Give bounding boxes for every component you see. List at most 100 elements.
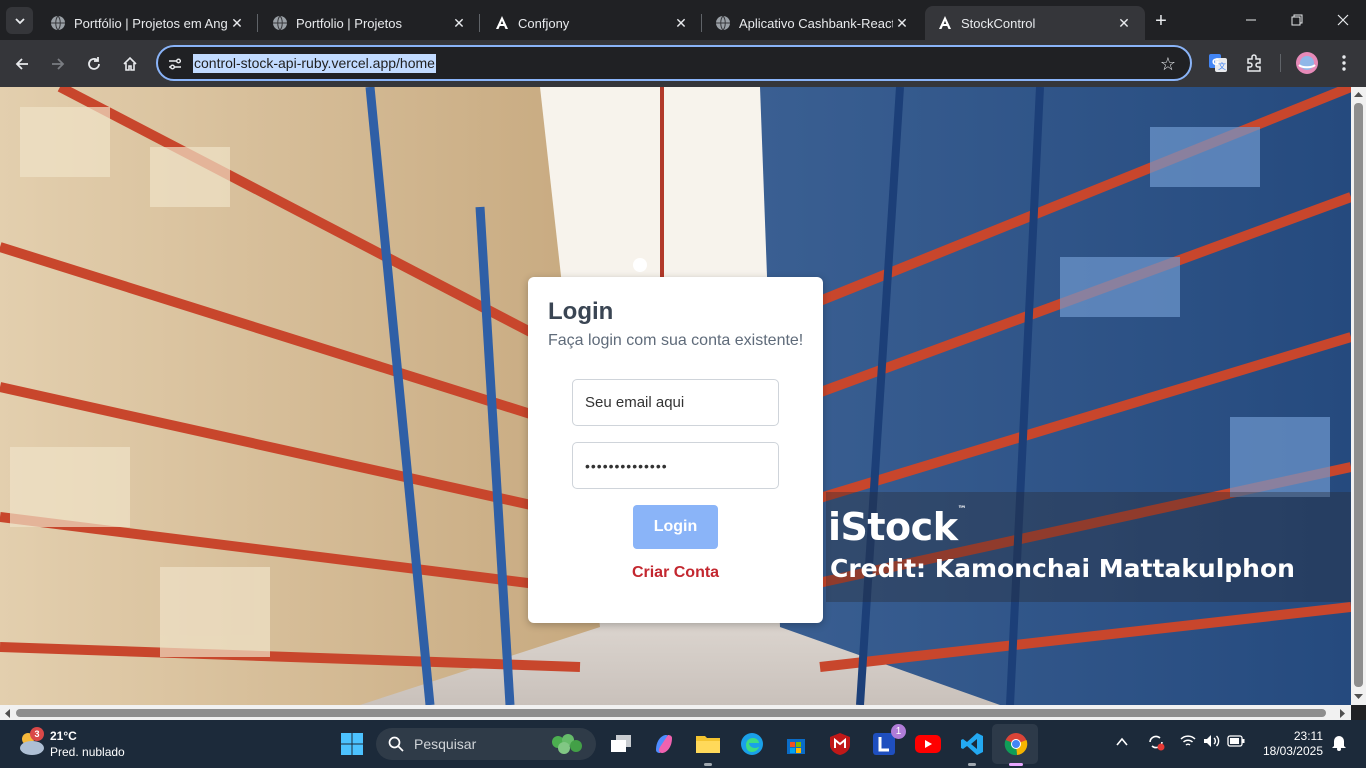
show-hidden-icons-chevron[interactable] — [1116, 734, 1128, 750]
new-tab-button[interactable]: + — [1148, 8, 1174, 34]
scroll-right-arrow-icon[interactable] — [1339, 709, 1346, 718]
speaker-icon — [1204, 735, 1220, 747]
clover-decoration-icon — [552, 734, 582, 754]
email-placeholder: Seu email aqui — [585, 394, 685, 411]
task-view-button[interactable] — [607, 730, 635, 758]
istock-logo-text: iStock — [828, 505, 958, 549]
tab-title: StockControl — [961, 15, 1036, 31]
close-icon[interactable]: ✕ — [893, 14, 911, 32]
email-input[interactable]: Seu email aqui — [572, 379, 779, 426]
weather-widget-icon[interactable]: 3 — [16, 727, 46, 757]
vertical-scrollbar[interactable] — [1351, 87, 1366, 705]
google-translate-icon[interactable]: G文 — [1207, 52, 1229, 74]
weather-condition: Pred. nublado — [50, 745, 125, 759]
globe-icon — [715, 15, 731, 31]
microsoft-store-app[interactable] — [782, 730, 810, 758]
create-account-link[interactable]: Criar Conta — [528, 564, 823, 582]
address-bar[interactable]: control-stock-api-ruby.vercel.app/home ☆ — [156, 45, 1192, 81]
url-text[interactable]: control-stock-api-ruby.vercel.app/home — [193, 54, 436, 73]
running-indicator — [704, 763, 712, 766]
tab-separator — [257, 14, 258, 32]
password-input[interactable]: •••••••••••••• — [572, 442, 779, 489]
menu-kebab-icon[interactable] — [1333, 52, 1355, 74]
bookmark-star-icon[interactable]: ☆ — [1158, 54, 1178, 74]
sync-icon — [1149, 735, 1165, 751]
windows-logo-icon — [341, 733, 363, 755]
login-subtitle: Faça login com sua conta existente! — [548, 332, 804, 349]
tab-separator — [701, 14, 702, 32]
horizontal-scrollbar[interactable] — [0, 705, 1351, 720]
reload-button[interactable] — [80, 50, 108, 78]
image-credit-text: Credit: Kamonchai Mattakulphon — [830, 554, 1295, 583]
tab-confjony[interactable]: Confjony ✕ — [482, 6, 702, 40]
scroll-left-arrow-icon[interactable] — [4, 709, 11, 718]
mcafee-app[interactable] — [826, 730, 854, 758]
system-clock[interactable]: 23:11 18/03/2025 — [1258, 729, 1323, 759]
chrome-app[interactable] — [1002, 730, 1030, 766]
tab-portfolio-projetos[interactable]: Portfolio | Projetos ✕ — [260, 6, 480, 40]
horizontal-scroll-thumb[interactable] — [16, 709, 1326, 717]
login-button[interactable]: Login — [633, 505, 718, 549]
wifi-tray-icon[interactable] — [1180, 734, 1196, 751]
taskbar-search[interactable]: Pesquisar — [376, 728, 596, 760]
notifications-bell[interactable] — [1331, 733, 1347, 754]
chevron-up-icon — [1116, 737, 1128, 746]
browser-toolbar: control-stock-api-ruby.vercel.app/home ☆… — [0, 40, 1366, 87]
vertical-scroll-thumb[interactable] — [1354, 103, 1363, 687]
profile-avatar[interactable] — [1295, 51, 1319, 75]
page-viewport: iStock™ Credit: Kamonchai Mattakulphon L… — [0, 87, 1351, 705]
learning-app[interactable]: 1 — [870, 724, 906, 758]
battery-tray-icon[interactable] — [1227, 734, 1245, 750]
extensions-puzzle-icon[interactable] — [1243, 52, 1265, 74]
volume-tray-icon[interactable] — [1203, 734, 1221, 751]
tab-title: Portfólio | Projetos em Angular — [74, 15, 228, 31]
file-explorer-app[interactable] — [694, 730, 722, 766]
close-icon[interactable]: ✕ — [672, 14, 690, 32]
clock-date: 18/03/2025 — [1262, 744, 1323, 758]
weather-temperature: 21°C — [50, 729, 77, 743]
globe-icon — [50, 15, 66, 31]
windows-taskbar: 3 21°C Pred. nublado Pesquisar 1 23:11 1… — [0, 720, 1366, 768]
active-indicator — [1009, 763, 1023, 766]
restore-icon — [1291, 14, 1303, 26]
restore-button[interactable] — [1274, 0, 1320, 40]
tab-strip: Portfólio | Projetos em Angular ✕ Portfo… — [0, 0, 1366, 40]
site-settings-icon[interactable] — [166, 55, 184, 73]
close-icon[interactable]: ✕ — [228, 14, 246, 32]
edge-app[interactable] — [738, 730, 766, 758]
minimize-icon — [1246, 19, 1256, 21]
tab-portfolio-angular[interactable]: Portfólio | Projetos em Angular ✕ — [38, 6, 258, 40]
tab-search-button[interactable] — [6, 7, 33, 34]
mcafee-shield-icon — [830, 733, 850, 755]
sync-tray-icon[interactable] — [1146, 732, 1166, 755]
arrow-left-icon — [15, 58, 28, 70]
tab-title: Portfolio | Projetos — [296, 15, 402, 31]
back-button[interactable] — [8, 50, 36, 78]
password-masked-value: •••••••••••••• — [585, 457, 668, 474]
close-window-button[interactable] — [1320, 0, 1366, 40]
minimize-button[interactable] — [1228, 0, 1274, 40]
start-button[interactable] — [338, 730, 366, 758]
forward-button[interactable] — [44, 50, 72, 78]
close-icon[interactable]: ✕ — [450, 14, 468, 32]
close-icon[interactable]: ✕ — [1115, 14, 1133, 32]
close-icon — [1337, 14, 1349, 26]
angular-icon — [937, 15, 953, 31]
toolbar-divider — [1280, 54, 1281, 72]
scroll-up-arrow-icon[interactable] — [1354, 91, 1363, 98]
tab-cashbank[interactable]: Aplicativo Cashbank-React ✕ — [703, 6, 923, 40]
trademark-symbol: ™ — [957, 505, 966, 515]
home-button[interactable] — [116, 50, 144, 78]
home-icon — [123, 56, 137, 71]
istock-watermark: iStock™ — [828, 505, 966, 549]
notification-badge: 1 — [891, 724, 906, 739]
youtube-app[interactable] — [914, 730, 942, 758]
tab-stockcontrol[interactable]: StockControl ✕ — [925, 6, 1145, 40]
copilot-app[interactable] — [650, 730, 678, 758]
scroll-down-arrow-icon[interactable] — [1354, 693, 1363, 700]
copilot-icon — [656, 735, 672, 753]
chrome-icon — [1004, 733, 1028, 756]
login-title: Login — [548, 298, 614, 325]
angular-icon — [494, 15, 510, 31]
vscode-app[interactable] — [958, 730, 986, 766]
